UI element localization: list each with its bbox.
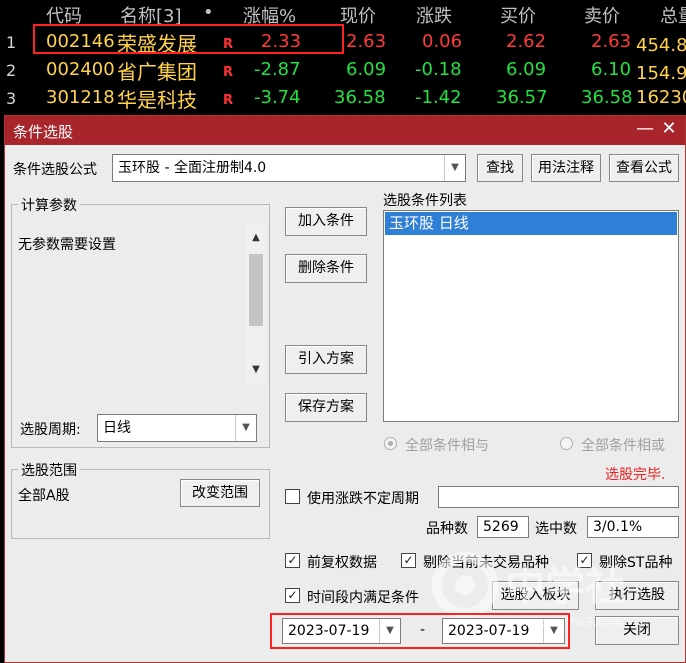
- stock-name: 省广集团: [117, 60, 197, 84]
- status-text: 选股完毕.: [605, 467, 666, 483]
- date-highlight-box: [270, 613, 570, 649]
- margin-flag: R: [223, 65, 234, 80]
- ask: 6.10: [591, 59, 632, 80]
- header-dot: •: [203, 2, 214, 23]
- header-bid[interactable]: 买价: [500, 2, 536, 28]
- add-condition-button[interactable]: 加入条件: [285, 207, 367, 236]
- chevron-down-icon[interactable]: ▼: [235, 415, 256, 441]
- time-period-label: 时间段内满足条件: [307, 590, 419, 606]
- variable-period-label: 使用涨跌不定周期: [307, 491, 419, 507]
- stock-name: 华是科技: [117, 88, 197, 112]
- header-price[interactable]: 现价: [340, 2, 376, 28]
- delete-condition-button[interactable]: 删除条件: [285, 254, 367, 283]
- formula-label: 条件选股公式: [13, 162, 97, 178]
- scope-group-title: 选股范围: [18, 460, 80, 480]
- change-pct: -2.87: [254, 59, 301, 80]
- close-button[interactable]: 关闭: [595, 616, 679, 645]
- stock-code: 301218: [46, 87, 115, 108]
- variety-count-value: 5269: [483, 519, 519, 535]
- scroll-up-icon[interactable]: ▲: [246, 232, 266, 250]
- usage-notes-button[interactable]: 用法注释: [531, 154, 601, 182]
- execute-selection-button[interactable]: 执行选股: [595, 581, 679, 610]
- view-formula-button[interactable]: 查看公式: [609, 154, 679, 182]
- variable-period-checkbox[interactable]: [285, 489, 300, 504]
- bid: 2.62: [506, 31, 547, 52]
- highlight-box: [33, 24, 344, 54]
- exclude-untraded-checkbox[interactable]: ✓: [401, 553, 416, 568]
- dialog-title: 条件选股: [13, 123, 74, 141]
- radio-or[interactable]: [560, 437, 573, 450]
- row-index: 2: [6, 61, 17, 80]
- params-text: 无参数需要设置: [18, 237, 116, 253]
- bid: 36.57: [496, 87, 548, 108]
- period-label: 选股周期:: [20, 422, 81, 438]
- change: -0.18: [415, 59, 462, 80]
- radio-and-label: 全部条件相与: [405, 438, 489, 454]
- ask: 36.58: [581, 87, 633, 108]
- stock-quote-table: 代码 名称[3] • 涨幅% 现价 涨跌 买价 卖价 总量 1 002146 荣…: [0, 0, 686, 113]
- scroll-thumb[interactable]: [249, 254, 263, 326]
- condition-selection-dialog: 条件选股 — ✕ 条件选股公式 玉环股 - 全面注册制4.0 ▼ 查找 用法注释…: [4, 115, 686, 663]
- exclude-untraded-label: 剔除当前未交易品种: [423, 555, 549, 571]
- volume: 454.8万: [636, 35, 686, 56]
- scope-value: 全部A股: [18, 488, 70, 504]
- variety-count-label: 品种数: [426, 521, 468, 537]
- radio-or-label: 全部条件相或: [581, 438, 665, 454]
- formula-select[interactable]: 玉环股 - 全面注册制4.0 ▼: [112, 154, 466, 182]
- save-plan-button[interactable]: 保存方案: [285, 393, 367, 422]
- import-plan-button[interactable]: 引入方案: [285, 345, 367, 374]
- change: -1.42: [415, 87, 462, 108]
- price: 6.09: [346, 59, 387, 80]
- bid: 6.09: [506, 59, 547, 80]
- chevron-down-icon[interactable]: ▼: [444, 155, 465, 181]
- change-pct: -3.74: [254, 87, 301, 108]
- pre-adjust-checkbox[interactable]: ✓: [285, 553, 300, 568]
- condition-list-title: 选股条件列表: [383, 193, 467, 209]
- change-scope-button[interactable]: 改变范围: [180, 479, 260, 507]
- radio-and[interactable]: [384, 437, 397, 450]
- dialog-titlebar[interactable]: 条件选股 — ✕: [5, 116, 685, 145]
- header-change[interactable]: 涨跌: [416, 2, 452, 28]
- exclude-st-label: 剔除ST品种: [599, 555, 673, 571]
- row-index: 3: [6, 89, 17, 108]
- selected-count-value: 3/0.1%: [593, 519, 643, 535]
- pre-adjust-label: 前复权数据: [307, 555, 377, 571]
- period-select-value: 日线: [103, 420, 131, 436]
- close-icon[interactable]: ✕: [659, 118, 679, 139]
- variety-count-field: 5269: [477, 516, 529, 538]
- header-volume[interactable]: 总量: [660, 2, 686, 28]
- condition-list[interactable]: 玉环股 日线: [383, 210, 679, 422]
- change: 0.06: [422, 31, 463, 52]
- price: 2.63: [346, 31, 387, 52]
- ask: 2.63: [591, 31, 632, 52]
- row-index: 1: [6, 33, 17, 52]
- volume: 16230: [636, 87, 686, 108]
- minimize-icon[interactable]: —: [635, 118, 655, 139]
- margin-flag: R: [223, 93, 234, 108]
- header-ask[interactable]: 卖价: [584, 2, 620, 28]
- stock-code: 002400: [46, 59, 115, 80]
- scroll-down-icon[interactable]: ▼: [246, 364, 266, 382]
- params-scrollbar[interactable]: ▲ ▼: [246, 224, 266, 384]
- selected-count-label: 选中数: [535, 521, 577, 537]
- formula-select-value: 玉环股 - 全面注册制4.0: [118, 160, 267, 176]
- select-into-board-button[interactable]: 选股入板块: [492, 581, 579, 610]
- params-group-title: 计算参数: [18, 195, 80, 215]
- volume: 154.9万: [636, 63, 686, 84]
- period-select[interactable]: 日线 ▼: [97, 414, 257, 442]
- list-item[interactable]: 玉环股 日线: [385, 212, 677, 235]
- selected-count-field: 3/0.1%: [587, 516, 679, 538]
- exclude-st-checkbox[interactable]: ✓: [577, 553, 592, 568]
- find-button[interactable]: 查找: [477, 154, 523, 182]
- price: 36.58: [334, 87, 386, 108]
- time-period-checkbox[interactable]: ✓: [285, 588, 300, 603]
- variable-period-input[interactable]: [438, 486, 679, 508]
